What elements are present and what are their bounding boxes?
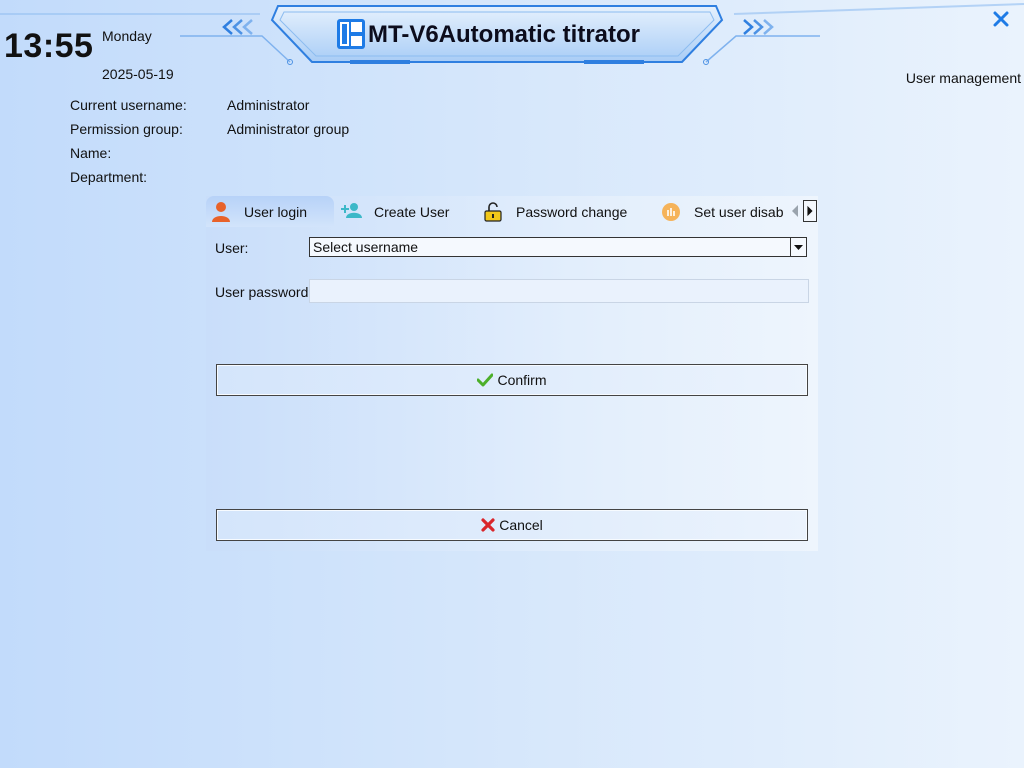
tab-scroll-right-icon[interactable] — [803, 200, 817, 222]
add-user-icon — [341, 202, 362, 218]
tab-user-login[interactable]: User login — [206, 196, 334, 227]
section-title: User management — [905, 70, 1021, 86]
cancel-button-label: Cancel — [499, 517, 543, 533]
tab-label: Set user disab — [694, 203, 784, 220]
tab-scroll-left-icon[interactable] — [788, 200, 802, 222]
tab-label: Create User — [374, 203, 450, 220]
tab-label: User login — [244, 203, 308, 220]
tab-set-user-disable[interactable]: Set user disab — [660, 196, 788, 227]
user-login-panel: User login Create User Password change S… — [206, 196, 818, 551]
tab-password-change[interactable]: Password change — [482, 196, 627, 227]
username-select-value: Select username — [313, 239, 419, 255]
confirm-button[interactable]: Confirm — [216, 364, 808, 396]
x-icon — [481, 518, 495, 532]
name-label: Name: — [70, 145, 112, 161]
password-input[interactable] — [309, 279, 809, 303]
check-icon — [477, 373, 494, 387]
current-username-label: Current username: — [70, 97, 187, 113]
user-field-label: User: — [215, 240, 249, 256]
confirm-button-label: Confirm — [497, 372, 547, 388]
chevrons-right-icon — [743, 19, 774, 35]
chevrons-left-icon — [222, 19, 253, 35]
unlock-icon — [484, 201, 502, 222]
permission-group-value: Administrator group — [227, 121, 350, 137]
cancel-button[interactable]: Cancel — [216, 509, 808, 541]
tab-bar: User login Create User Password change S… — [206, 196, 818, 227]
permission-group-label: Permission group: — [70, 121, 183, 137]
tab-create-user[interactable]: Create User — [340, 196, 449, 227]
app-title: MT-V6Automatic titrator — [368, 21, 641, 48]
chevron-down-icon[interactable] — [790, 238, 806, 256]
current-username-value: Administrator — [227, 97, 310, 113]
tab-label: Password change — [516, 203, 628, 220]
username-select[interactable]: Select username — [309, 237, 807, 257]
app-logo-icon — [337, 19, 365, 49]
department-label: Department: — [70, 169, 148, 185]
password-field-label: User password: — [215, 284, 313, 300]
chart-badge-icon — [662, 202, 680, 221]
user-icon — [212, 201, 230, 222]
close-icon[interactable] — [992, 10, 1010, 28]
